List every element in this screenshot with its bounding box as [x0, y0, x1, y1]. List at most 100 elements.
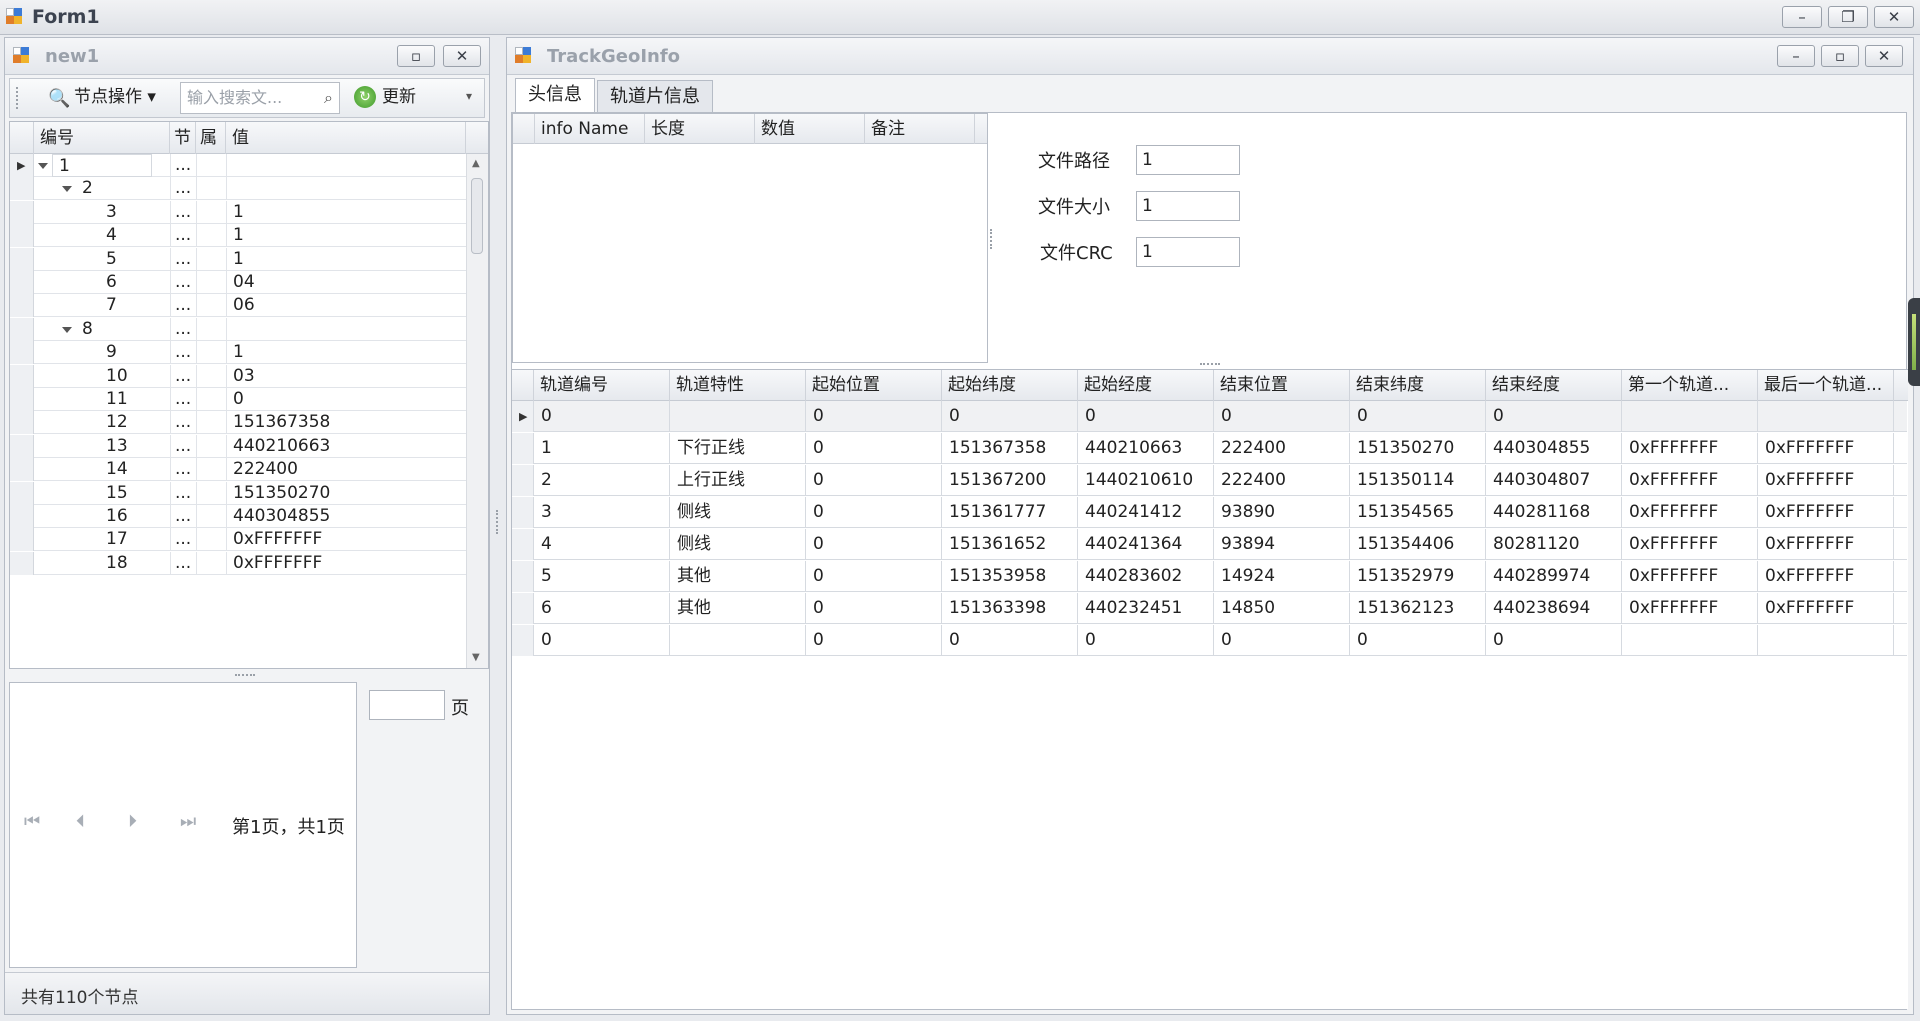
track-row[interactable]: 0000000	[512, 625, 1907, 656]
track-cell[interactable]: 440283602	[1078, 561, 1214, 592]
right-maximize-button[interactable]: ▫	[1821, 45, 1859, 67]
track-cell[interactable]: 151350114	[1350, 465, 1486, 496]
horizontal-splitter-grip[interactable]	[1200, 363, 1220, 366]
track-cell[interactable]: 440241364	[1078, 529, 1214, 560]
track-cell[interactable]: 下行正线	[670, 433, 806, 464]
row-indicator[interactable]	[10, 551, 34, 575]
track-cell[interactable]: 5	[534, 561, 670, 592]
minimize-button[interactable]: –	[1782, 6, 1822, 28]
side-handle[interactable]	[1908, 298, 1920, 386]
expand-toggle-icon[interactable]	[38, 163, 48, 169]
track-cell[interactable]: 222400	[1214, 433, 1350, 464]
track-cell[interactable]: 151354406	[1350, 529, 1486, 560]
tree-row[interactable]: 18... 0xFFFFFFF	[10, 551, 466, 575]
search-icon[interactable]: ⌕	[324, 83, 333, 113]
tree-row[interactable]: 8...	[10, 317, 466, 341]
row-indicator[interactable]	[10, 434, 34, 458]
col-header-section[interactable]: 节	[170, 122, 196, 154]
track-cell[interactable]: 上行正线	[670, 465, 806, 496]
track-cell[interactable]: 0	[806, 465, 942, 496]
track-row-indicator[interactable]	[512, 625, 534, 656]
tree-row[interactable]: 7... 06	[10, 294, 466, 318]
track-row[interactable]: 2 上行正线 0 151367200 1440210610 222400 151350114…	[512, 465, 1907, 496]
track-cell[interactable]: 14850	[1214, 593, 1350, 624]
row-indicator[interactable]	[10, 294, 34, 318]
refresh-button[interactable]: 更新	[382, 82, 416, 112]
track-row[interactable]: 1 下行正线 0 151367358 440210663 222400 151350270 4…	[512, 433, 1907, 464]
track-cell[interactable]: 440232451	[1078, 593, 1214, 624]
track-col-header[interactable]: 最后一个轨道...	[1758, 370, 1894, 401]
track-cell[interactable]: 151361777	[942, 497, 1078, 528]
track-cell[interactable]: 0	[1486, 401, 1622, 432]
last-page-icon[interactable]: ⏭	[180, 811, 196, 832]
tree-row[interactable]: ▶ 1...	[10, 154, 466, 177]
track-cell[interactable]: 其他	[670, 561, 806, 592]
left-maximize-button[interactable]: ▫	[397, 45, 435, 67]
track-cell[interactable]: 3	[534, 497, 670, 528]
file-path-field[interactable]: 1	[1136, 145, 1240, 175]
track-cell[interactable]	[670, 401, 806, 432]
track-cell[interactable]: 其他	[670, 593, 806, 624]
track-cell[interactable]: 0	[806, 561, 942, 592]
track-cell[interactable]: 0	[806, 529, 942, 560]
track-cell[interactable]: 151350270	[1350, 433, 1486, 464]
tree-row[interactable]: 11... 0	[10, 388, 466, 411]
tree-vertical-scrollbar[interactable]: ▲ ▼	[466, 154, 488, 668]
first-page-icon[interactable]: ⏮	[24, 811, 40, 832]
track-cell[interactable]: 0	[1078, 401, 1214, 432]
track-cell[interactable]: 0xFFFFFFF	[1622, 433, 1758, 464]
track-row[interactable]: 4 侧线 0 151361652 440241364 93894 151354406 8028…	[512, 529, 1907, 560]
track-cell[interactable]: 侧线	[670, 529, 806, 560]
row-indicator[interactable]	[10, 317, 34, 341]
scroll-up-icon[interactable]: ▲	[472, 158, 480, 169]
row-indicator[interactable]	[10, 271, 34, 294]
track-cell[interactable]: 侧线	[670, 497, 806, 528]
row-indicator[interactable]	[10, 224, 34, 248]
track-col-header[interactable]: 结束经度	[1486, 370, 1622, 401]
track-cell[interactable]: 440304807	[1486, 465, 1622, 496]
track-cell[interactable]: 151354565	[1350, 497, 1486, 528]
track-cell[interactable]: 0	[942, 401, 1078, 432]
info-col-remark[interactable]: 备注	[865, 114, 975, 144]
track-col-header[interactable]: 结束纬度	[1350, 370, 1486, 401]
track-row-indicator[interactable]: ▶	[512, 401, 534, 432]
row-indicator[interactable]	[10, 528, 34, 552]
track-cell[interactable]: 0	[806, 401, 942, 432]
file-crc-field[interactable]: 1	[1136, 237, 1240, 267]
expand-toggle-icon[interactable]	[62, 326, 72, 333]
scroll-thumb[interactable]	[471, 178, 483, 254]
restore-button[interactable]: ❐	[1828, 6, 1868, 28]
tab-header-info[interactable]: 头信息	[515, 78, 595, 112]
main-splitter-grip[interactable]	[496, 510, 499, 534]
track-cell[interactable]: 440241412	[1078, 497, 1214, 528]
tree-row[interactable]: 2...	[10, 177, 466, 201]
tree-row[interactable]: 9... 1	[10, 341, 466, 365]
tree-row[interactable]: 10... 03	[10, 364, 466, 388]
track-cell[interactable]: 0xFFFFFFF	[1758, 465, 1894, 496]
track-row-indicator[interactable]	[512, 465, 534, 496]
track-cell[interactable]: 0xFFFFFFF	[1622, 593, 1758, 624]
col-header-attr[interactable]: 属	[196, 122, 226, 154]
track-col-header[interactable]: 轨道特性	[670, 370, 806, 401]
tree-row[interactable]: 3... 1	[10, 200, 466, 224]
row-indicator[interactable]	[10, 364, 34, 388]
track-row[interactable]: 5 其他 0 151353958 440283602 14924 151352979 4402…	[512, 561, 1907, 592]
track-cell[interactable]: 0	[1350, 401, 1486, 432]
track-cell[interactable]: 0xFFFFFFF	[1622, 529, 1758, 560]
track-cell[interactable]: 4	[534, 529, 670, 560]
track-cell[interactable]: 151367200	[942, 465, 1078, 496]
track-cell[interactable]: 2	[534, 465, 670, 496]
row-indicator[interactable]	[10, 177, 34, 201]
track-row-indicator[interactable]	[512, 497, 534, 528]
track-cell[interactable]: 151352979	[1350, 561, 1486, 592]
track-cell[interactable]: 0	[1214, 625, 1350, 656]
track-cell[interactable]: 0xFFFFFFF	[1758, 433, 1894, 464]
track-cell[interactable]: 0xFFFFFFF	[1758, 561, 1894, 592]
track-cell[interactable]: 151367358	[942, 433, 1078, 464]
row-indicator[interactable]	[10, 411, 34, 435]
track-cell[interactable]: 0xFFFFFFF	[1758, 497, 1894, 528]
toolbar-grip[interactable]	[16, 87, 22, 109]
track-cell[interactable]: 0xFFFFFFF	[1758, 593, 1894, 624]
track-cell[interactable]: 80281120	[1486, 529, 1622, 560]
left-close-button[interactable]: ✕	[443, 45, 481, 67]
